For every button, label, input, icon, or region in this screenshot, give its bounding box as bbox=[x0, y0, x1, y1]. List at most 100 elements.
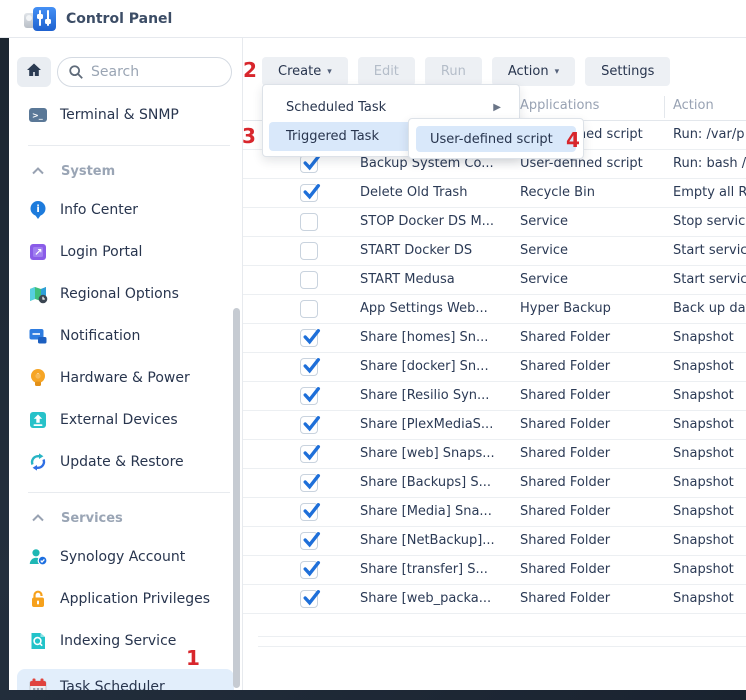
sidebar-item-regional-options[interactable]: Regional Options bbox=[17, 280, 234, 308]
control-panel-icon bbox=[24, 6, 56, 32]
create-button[interactable]: Create▾ bbox=[262, 57, 348, 86]
sidebar-section-label: Services bbox=[61, 511, 123, 526]
sidebar-item-application-privileges[interactable]: Application Privileges bbox=[17, 585, 234, 613]
task-name: App Settings Web... bbox=[360, 301, 518, 316]
sidebar-item-terminal-snmp[interactable]: >_Terminal & SNMP bbox=[17, 101, 234, 129]
caret-down-icon: ▾ bbox=[555, 67, 560, 77]
table-row[interactable]: Delete Old TrashRecycle BinEmpty all R bbox=[243, 179, 746, 208]
checkbox-checked[interactable] bbox=[300, 590, 318, 608]
sidebar-items: >_Terminal & SNMP System iInfo Center ↗Logi… bbox=[9, 101, 242, 690]
sidebar-item-label: Terminal & SNMP bbox=[60, 107, 179, 123]
search-box[interactable] bbox=[57, 57, 232, 87]
sidebar-item-synology-account[interactable]: Synology Account bbox=[17, 543, 234, 571]
task-application: Shared Folder bbox=[520, 359, 670, 374]
task-name: Share [transfer] S... bbox=[360, 562, 518, 577]
divider bbox=[28, 145, 230, 146]
button-label: Run bbox=[441, 64, 466, 79]
table-row[interactable]: Share [Resilio Syn...Shared FolderSnapsh… bbox=[243, 382, 746, 411]
checkbox-checked[interactable] bbox=[300, 532, 318, 550]
search-input[interactable] bbox=[91, 64, 221, 80]
task-action: Snapshot bbox=[673, 504, 746, 519]
button-label: Settings bbox=[601, 64, 654, 79]
table-row[interactable]: Share [transfer] S...Shared FolderSnapsh… bbox=[243, 556, 746, 585]
checkbox-checked[interactable] bbox=[300, 387, 318, 405]
task-name: Share [NetBackup]... bbox=[360, 533, 518, 548]
sidebar-item-label: Info Center bbox=[60, 202, 138, 218]
task-application: Hyper Backup bbox=[520, 301, 670, 316]
task-action: Snapshot bbox=[673, 533, 746, 548]
sidebar-item-indexing-service[interactable]: Indexing Service bbox=[17, 627, 234, 655]
sidebar-item-external-devices[interactable]: External Devices bbox=[17, 406, 234, 434]
task-name: Share [Backups] S... bbox=[360, 475, 518, 490]
sidebar-item-task-scheduler[interactable]: Task Scheduler bbox=[17, 669, 234, 690]
action-button[interactable]: Action▾ bbox=[492, 57, 575, 86]
task-application: Shared Folder bbox=[520, 591, 670, 606]
task-name: Share [docker] Sn... bbox=[360, 359, 518, 374]
menu-item-label: Scheduled Task bbox=[286, 100, 386, 115]
task-action: Back up dat bbox=[673, 301, 746, 316]
checkbox-unchecked[interactable] bbox=[300, 271, 318, 289]
table-row[interactable]: Share [docker] Sn...Shared FolderSnapsho… bbox=[243, 353, 746, 382]
task-action: Snapshot bbox=[673, 388, 746, 403]
table-row[interactable]: Share [NetBackup]...Shared FolderSnapsho… bbox=[243, 527, 746, 556]
table-row[interactable]: Share [web_packa...Shared FolderSnapshot bbox=[243, 585, 746, 614]
task-action: Start servic bbox=[673, 272, 746, 287]
annotation-step-2: 2 bbox=[243, 58, 257, 82]
home-button[interactable] bbox=[17, 57, 51, 87]
table-row[interactable]: START Docker DSServiceStart servic bbox=[243, 237, 746, 266]
checkbox-checked[interactable] bbox=[300, 329, 318, 347]
task-application: Shared Folder bbox=[520, 533, 670, 548]
task-name: Share [web_packa... bbox=[360, 591, 518, 606]
task-name: STOP Docker DS M... bbox=[360, 214, 518, 229]
sidebar-item-login-portal[interactable]: ↗Login Portal bbox=[17, 238, 234, 266]
sidebar-section-system[interactable]: System bbox=[28, 160, 234, 182]
checkbox-checked[interactable] bbox=[300, 416, 318, 434]
annotation-step-3: 3 bbox=[242, 124, 256, 148]
task-name: Share [PlexMediaS... bbox=[360, 417, 518, 432]
application-privileges-icon bbox=[28, 589, 48, 609]
table-row[interactable]: Share [web] Snaps...Shared FolderSnapsho… bbox=[243, 440, 746, 469]
triggered-task-submenu: User-defined script bbox=[408, 118, 584, 159]
task-action: Run: bash / bbox=[673, 156, 746, 171]
task-action: Empty all R bbox=[673, 185, 746, 200]
checkbox-unchecked[interactable] bbox=[300, 300, 318, 318]
checkbox-checked[interactable] bbox=[300, 155, 318, 173]
sidebar-item-label: Update & Restore bbox=[60, 454, 184, 470]
task-action: Snapshot bbox=[673, 417, 746, 432]
task-application: Service bbox=[520, 272, 670, 287]
task-action: Snapshot bbox=[673, 446, 746, 461]
task-scheduler-icon bbox=[28, 677, 48, 690]
menu-item-user-defined-script[interactable]: User-defined script bbox=[416, 126, 576, 152]
task-action: Stop servic bbox=[673, 214, 746, 229]
table-row[interactable]: Share [homes] Sn...Shared FolderSnapshot bbox=[243, 324, 746, 353]
task-name: START Medusa bbox=[360, 272, 518, 287]
checkbox-checked[interactable] bbox=[300, 561, 318, 579]
column-header-action[interactable]: Action bbox=[673, 98, 714, 113]
annotation-step-4: 4 bbox=[566, 128, 580, 152]
table-row[interactable]: STOP Docker DS M...ServiceStop servic bbox=[243, 208, 746, 237]
task-application: Recycle Bin bbox=[520, 185, 670, 200]
table-row[interactable]: Share [Backups] S...Shared FolderSnapsho… bbox=[243, 469, 746, 498]
settings-button[interactable]: Settings bbox=[585, 57, 670, 86]
regional-options-icon bbox=[28, 284, 48, 304]
sidebar-scrollbar[interactable] bbox=[233, 308, 240, 688]
sidebar-item-label: Regional Options bbox=[60, 286, 179, 302]
checkbox-checked[interactable] bbox=[300, 474, 318, 492]
sidebar-item-hardware-power[interactable]: Hardware & Power bbox=[17, 364, 234, 392]
sidebar-section-services[interactable]: Services bbox=[28, 507, 234, 529]
task-name: START Docker DS bbox=[360, 243, 518, 258]
table-row[interactable]: Share [PlexMediaS...Shared FolderSnapsho… bbox=[243, 411, 746, 440]
sidebar-item-notification[interactable]: Notification bbox=[17, 322, 234, 350]
checkbox-checked[interactable] bbox=[300, 503, 318, 521]
table-row[interactable]: Share [Media] Sna...Shared FolderSnapsho… bbox=[243, 498, 746, 527]
table-row[interactable]: App Settings Web...Hyper BackupBack up d… bbox=[243, 295, 746, 324]
sidebar-item-info-center[interactable]: iInfo Center bbox=[17, 196, 234, 224]
checkbox-checked[interactable] bbox=[300, 184, 318, 202]
sidebar-item-update-restore[interactable]: Update & Restore bbox=[17, 448, 234, 476]
checkbox-checked[interactable] bbox=[300, 358, 318, 376]
checkbox-unchecked[interactable] bbox=[300, 213, 318, 231]
table-row[interactable]: START MedusaServiceStart servic bbox=[243, 266, 746, 295]
checkbox-unchecked[interactable] bbox=[300, 242, 318, 260]
checkbox-checked[interactable] bbox=[300, 445, 318, 463]
column-header-applications[interactable]: Applications bbox=[520, 98, 599, 113]
